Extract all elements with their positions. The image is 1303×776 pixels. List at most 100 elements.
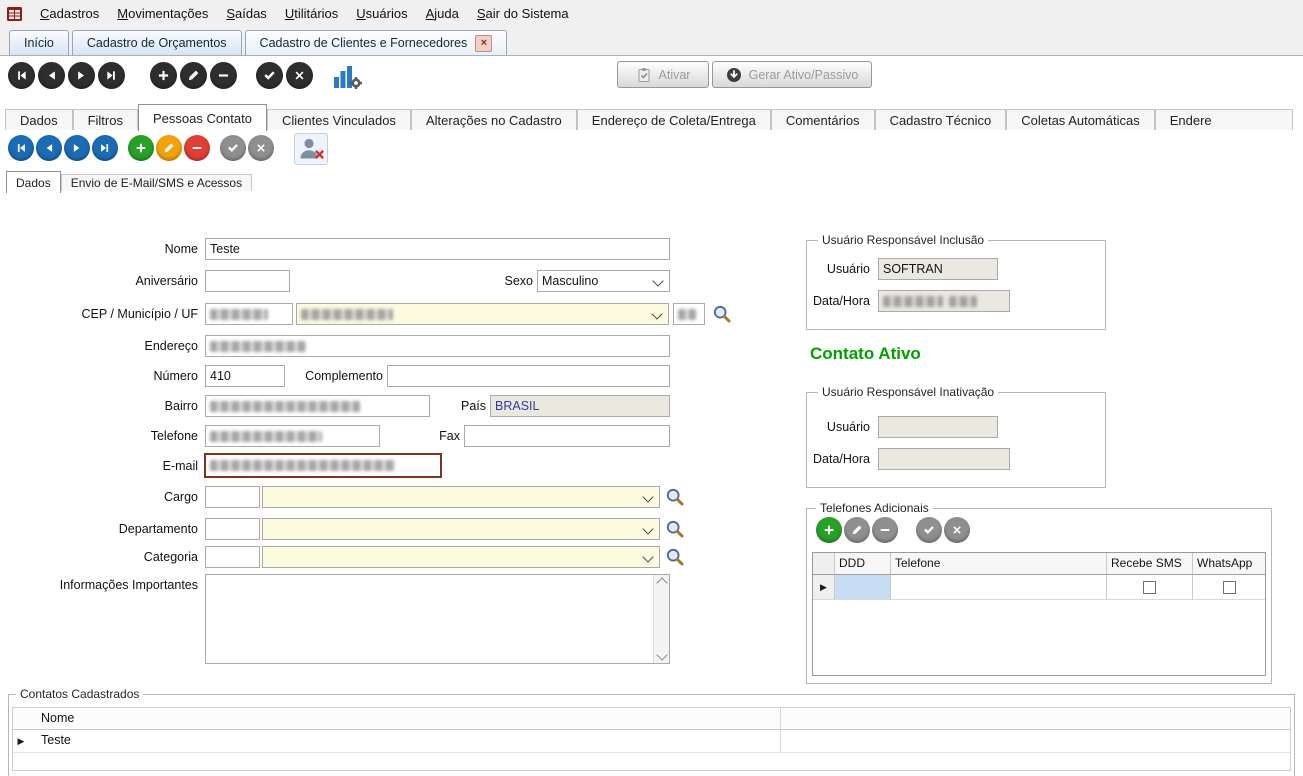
ddd-cell[interactable] — [835, 575, 891, 600]
tab-cadastro-orcamentos[interactable]: Cadastro de Orçamentos — [71, 30, 242, 55]
categoria-combo[interactable] — [262, 546, 660, 568]
menu-item-saidas[interactable]: Saídas — [217, 1, 275, 26]
close-tab-icon[interactable]: × — [475, 34, 493, 52]
record-tab-endereco-coleta-entrega[interactable]: Endereço de Coleta/Entrega — [576, 109, 771, 130]
inclusao-usuario-field: SOFTRAN — [878, 258, 998, 280]
contact-nav-first-button[interactable] — [8, 135, 34, 161]
record-tab-cadastro-tecnico[interactable]: Cadastro Técnico — [874, 109, 1007, 130]
scroll-up-icon — [655, 577, 668, 589]
cargo-code-field[interactable] — [205, 486, 260, 508]
inativacao-usuario-label: Usuário — [826, 420, 870, 434]
confirm-button[interactable] — [256, 62, 283, 89]
whatsapp-cell — [1193, 575, 1265, 600]
nav-prev-button[interactable] — [38, 62, 65, 89]
contact-cancel-button[interactable] — [248, 135, 274, 161]
record-tab-alteracoes-cadastro[interactable]: Alterações no Cadastro — [410, 109, 577, 130]
sexo-combo[interactable]: Masculino — [537, 270, 670, 292]
chart-config-button[interactable] — [330, 62, 364, 92]
complemento-label: Complemento — [305, 369, 383, 383]
uf-field[interactable] — [673, 303, 705, 325]
contact-nav-prev-button[interactable] — [36, 135, 62, 161]
informacoes-textarea[interactable] — [205, 574, 670, 664]
recebe-sms-checkbox[interactable] — [1143, 580, 1156, 594]
inclusao-group-title: Usuário Responsável Inclusão — [818, 233, 989, 247]
departamento-combo[interactable] — [262, 518, 660, 540]
cep-field[interactable] — [205, 303, 293, 325]
numero-field[interactable]: 410 — [205, 365, 285, 387]
record-tab-pessoas-contato[interactable]: Pessoas Contato — [137, 104, 267, 131]
whatsapp-checkbox[interactable] — [1222, 580, 1236, 594]
cep-lookup-button[interactable] — [711, 303, 733, 325]
record-tab-enderecos-clipped[interactable]: Endere — [1154, 109, 1293, 130]
nav-last-button[interactable] — [98, 62, 125, 89]
add-button[interactable] — [150, 62, 177, 89]
bairro-field[interactable] — [205, 395, 430, 417]
menu-item-movimentacoes[interactable]: Movimentações — [108, 1, 217, 26]
contact-nav-last-button[interactable] — [92, 135, 118, 161]
email-field[interactable] — [204, 453, 442, 478]
edit-button[interactable] — [180, 62, 207, 89]
download-circle-icon — [726, 67, 741, 82]
categoria-code-field[interactable] — [205, 546, 260, 568]
phones-add-button[interactable] — [816, 517, 842, 543]
menu-item-usuarios[interactable]: Usuários — [347, 1, 416, 26]
aniversario-field[interactable] — [205, 270, 290, 292]
numero-value: 410 — [210, 369, 231, 383]
telefone-cell[interactable] — [891, 575, 1107, 600]
ativar-button[interactable]: Ativar — [617, 61, 709, 88]
delete-button[interactable] — [210, 62, 237, 89]
record-tab-comentarios[interactable]: Comentários — [770, 109, 875, 130]
record-tab-filtros[interactable]: Filtros — [72, 109, 138, 130]
informacoes-label: Informações Importantes — [59, 578, 198, 592]
phones-confirm-button[interactable] — [916, 517, 942, 543]
endereco-field[interactable] — [205, 335, 670, 357]
complemento-field[interactable] — [387, 365, 670, 387]
gerar-ativo-passivo-button[interactable]: Gerar Ativo/Passivo — [712, 61, 872, 88]
phones-cancel-button[interactable] — [944, 517, 970, 543]
textarea-scrollbar[interactable] — [653, 575, 669, 663]
cargo-lookup-button[interactable] — [664, 486, 686, 508]
municipio-combo[interactable] — [296, 303, 669, 325]
cancel-button[interactable] — [286, 62, 313, 89]
subtab-dados[interactable]: Dados — [6, 171, 61, 193]
pencil-icon — [852, 525, 862, 535]
contact-add-button[interactable] — [128, 135, 154, 161]
departamento-code-field[interactable] — [205, 518, 260, 540]
record-tab-dados[interactable]: Dados — [5, 109, 73, 130]
contact-edit-button[interactable] — [156, 135, 182, 161]
cargo-combo[interactable] — [262, 486, 660, 508]
phones-table-header: DDD Telefone Recebe SMS WhatsApp — [813, 553, 1265, 575]
inclusao-usuario-label: Usuário — [826, 262, 870, 276]
phones-edit-button[interactable] — [844, 517, 870, 543]
pais-field: BRASIL — [490, 395, 670, 417]
contact-nome-cell[interactable]: Teste — [29, 730, 781, 752]
contact-confirm-button[interactable] — [220, 135, 246, 161]
subtab-envio-email-sms[interactable]: Envio de E-Mail/SMS e Acessos — [60, 174, 253, 191]
record-tab-coletas-automaticas[interactable]: Coletas Automáticas — [1006, 109, 1155, 130]
contact-row[interactable]: ▶ Teste — [13, 730, 1290, 753]
phone-row[interactable]: ▶ — [813, 575, 1265, 600]
phones-delete-button[interactable] — [872, 517, 898, 543]
menu-item-sair[interactable]: Sair do Sistema — [468, 1, 578, 26]
cep-municipio-uf-label: CEP / Município / UF — [81, 307, 198, 321]
departamento-lookup-button[interactable] — [664, 518, 686, 540]
nav-next-button[interactable] — [68, 62, 95, 89]
contact-nav-next-button[interactable] — [64, 135, 90, 161]
sexo-value: Masculino — [542, 274, 599, 288]
contact-inactivate-button[interactable] — [294, 133, 328, 165]
nome-field[interactable]: Teste — [205, 238, 670, 260]
nav-first-button[interactable] — [8, 62, 35, 89]
fax-field[interactable] — [464, 425, 670, 447]
row-selector-cell: ▶ — [13, 730, 29, 752]
minus-icon — [880, 528, 890, 532]
menu-item-cadastros[interactable]: Cadastros — [31, 1, 108, 26]
record-tab-clientes-vinculados[interactable]: Clientes Vinculados — [266, 109, 411, 130]
contact-delete-button[interactable] — [184, 135, 210, 161]
tab-cadastro-clientes-fornecedores[interactable]: Cadastro de Clientes e Fornecedores × — [244, 30, 508, 55]
menu-item-utilitarios[interactable]: Utilitários — [276, 1, 347, 26]
menu-item-ajuda[interactable]: Ajuda — [417, 1, 468, 26]
telefone-field[interactable] — [205, 425, 380, 447]
categoria-lookup-button[interactable] — [664, 546, 686, 568]
email-value-redacted — [210, 460, 395, 471]
tab-inicio[interactable]: Início — [9, 30, 69, 55]
